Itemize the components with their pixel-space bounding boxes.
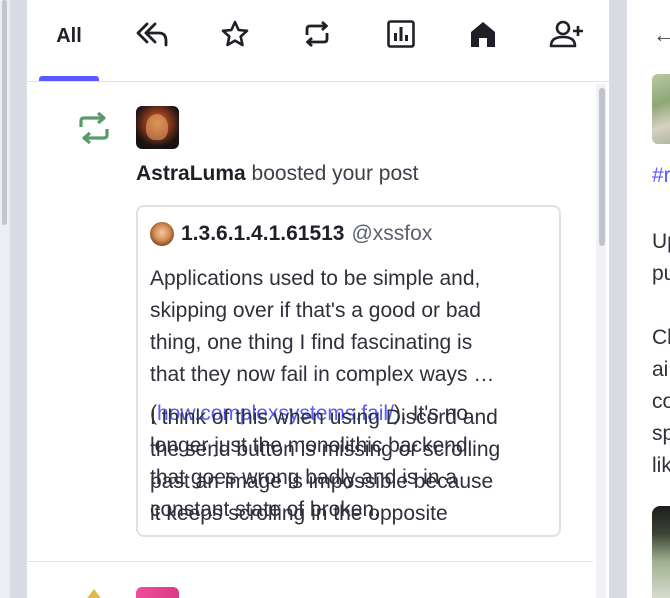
actor-name[interactable]: AstraLuma bbox=[136, 162, 246, 185]
left-scrollbar-thumb[interactable] bbox=[2, 0, 7, 225]
scrollbar-thumb[interactable] bbox=[599, 88, 605, 246]
detail-text-line: co bbox=[652, 390, 670, 413]
tab-polls[interactable] bbox=[371, 14, 431, 58]
boost-icon bbox=[302, 19, 332, 54]
hashtag-link[interactable]: #r bbox=[652, 164, 670, 188]
detail-column: ← #r Up pu Cl ai co sp lik bbox=[626, 0, 670, 598]
boost-icon bbox=[77, 110, 111, 151]
author-handle[interactable]: @xssfox bbox=[351, 222, 432, 246]
detail-text-line: lik bbox=[652, 454, 670, 477]
status-line: skipping over if that's a good or bad bbox=[150, 299, 481, 322]
tab-follows[interactable] bbox=[537, 14, 597, 58]
status-line: that they now fail in complex ways … bbox=[150, 363, 495, 386]
notifications-column: All AstraLuma boosted your post 1.3.6.1.… bbox=[26, 0, 610, 598]
notification-item[interactable] bbox=[27, 563, 593, 598]
status-line: thing, one thing I find fascinating is bbox=[150, 331, 473, 354]
detail-text-line: pu bbox=[652, 262, 670, 285]
tab-all-label: All bbox=[56, 24, 82, 47]
actor-avatar[interactable] bbox=[136, 106, 179, 149]
active-tab-indicator bbox=[39, 76, 99, 81]
home-icon bbox=[468, 19, 498, 54]
tab-mentions[interactable] bbox=[122, 14, 182, 58]
media-thumbnail[interactable] bbox=[652, 506, 670, 598]
notification-filter-bar: All bbox=[27, 0, 609, 82]
detail-text-line: sp bbox=[652, 422, 670, 445]
star-icon bbox=[220, 19, 250, 54]
author-display-name[interactable]: 1.3.6.1.4.1.61513 bbox=[181, 222, 344, 246]
status-line: it keeps scrolling in the opposite bbox=[150, 502, 448, 525]
tab-home[interactable] bbox=[453, 14, 513, 58]
notification-summary: AstraLuma boosted your post bbox=[136, 162, 418, 186]
status-content: Applications used to be simple and, skip… bbox=[150, 263, 550, 391]
add-person-icon bbox=[549, 19, 585, 54]
tab-all[interactable]: All bbox=[39, 14, 99, 58]
boosted-status-card[interactable]: 1.3.6.1.4.1.61513 @xssfox Applications u… bbox=[136, 205, 561, 537]
status-line: the send button is missing or scrolling bbox=[150, 438, 501, 461]
favourite-icon bbox=[85, 589, 103, 598]
tab-favourites[interactable] bbox=[205, 14, 265, 58]
actor-avatar[interactable] bbox=[136, 587, 179, 598]
reply-all-icon bbox=[135, 20, 169, 53]
notification-action-text: boosted your post bbox=[245, 162, 419, 185]
detail-text-line: ai bbox=[652, 358, 669, 381]
media-thumbnail[interactable] bbox=[652, 74, 670, 144]
poll-chart-icon bbox=[386, 19, 416, 54]
arrow-left-icon[interactable]: ← bbox=[653, 22, 670, 48]
author-avatar[interactable] bbox=[150, 222, 174, 246]
status-header: 1.3.6.1.4.1.61513 @xssfox bbox=[150, 221, 432, 247]
status-line: Applications used to be simple and, bbox=[150, 267, 481, 290]
status-overflow-text-b: I think of this when using Discord and t… bbox=[150, 402, 555, 530]
status-line: past an image is impossible because bbox=[150, 470, 494, 493]
tab-boosts[interactable] bbox=[287, 14, 347, 58]
detail-text-line: Up bbox=[652, 230, 670, 253]
notification-item[interactable]: AstraLuma boosted your post 1.3.6.1.4.1.… bbox=[27, 84, 593, 562]
detail-text-line: Cl bbox=[652, 326, 670, 349]
status-line: I think of this when using Discord and bbox=[150, 406, 498, 429]
